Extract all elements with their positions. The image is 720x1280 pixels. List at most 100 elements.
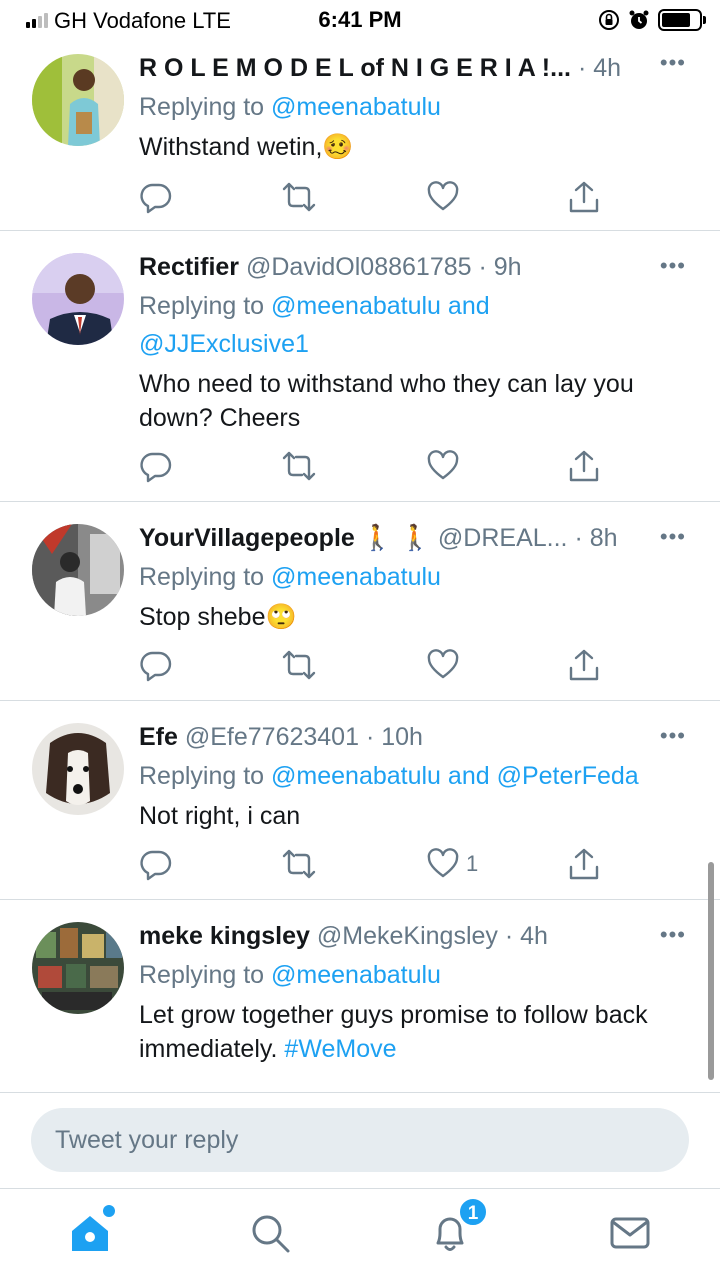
avatar[interactable] bbox=[32, 253, 124, 345]
share-icon bbox=[569, 450, 599, 482]
username[interactable]: @DREAL... bbox=[438, 524, 568, 552]
retweet-icon bbox=[282, 849, 316, 879]
heart-icon bbox=[427, 649, 459, 679]
more-options-icon[interactable]: ••• bbox=[660, 522, 686, 552]
replying-to: Replying to @meenabatulu bbox=[139, 956, 700, 994]
share-button[interactable] bbox=[567, 647, 601, 683]
share-icon bbox=[569, 848, 599, 880]
bottom-tab-bar: 1 bbox=[0, 1188, 720, 1280]
reply-feed[interactable]: R O L E M O D E L of N I G E R I A !... … bbox=[0, 40, 720, 1092]
tweet-text: Who need to withstand who they can lay y… bbox=[139, 367, 659, 435]
like-button[interactable] bbox=[426, 179, 466, 215]
mention-link[interactable]: @meenabatulu bbox=[271, 961, 441, 989]
timestamp: · 9h bbox=[478, 253, 522, 281]
mention-link[interactable]: @meenabatulu bbox=[271, 563, 441, 591]
like-button[interactable]: 1 bbox=[426, 846, 478, 882]
reply-icon bbox=[140, 183, 172, 214]
tweet[interactable]: R O L E M O D E L of N I G E R I A !... … bbox=[0, 40, 720, 231]
new-content-dot bbox=[103, 1205, 115, 1217]
orientation-lock-icon bbox=[599, 10, 619, 30]
display-name[interactable]: Efe bbox=[139, 723, 178, 751]
share-icon bbox=[569, 649, 599, 681]
retweet-icon bbox=[282, 451, 316, 481]
reply-composer bbox=[0, 1092, 720, 1188]
display-name[interactable]: YourVillagepeople 🚶 🚶 bbox=[139, 524, 431, 552]
tweet-reply-input[interactable] bbox=[31, 1108, 689, 1172]
retweet-button[interactable] bbox=[281, 448, 317, 484]
share-button[interactable] bbox=[567, 179, 601, 215]
replying-to: Replying to @meenabatulu bbox=[139, 558, 700, 596]
replying-to-prefix: Replying to bbox=[139, 93, 272, 121]
heart-icon bbox=[427, 450, 459, 480]
share-icon bbox=[569, 181, 599, 213]
more-options-icon[interactable]: ••• bbox=[660, 920, 686, 950]
emoji: 🙄 bbox=[265, 603, 297, 631]
heart-icon bbox=[427, 848, 459, 878]
more-options-icon[interactable]: ••• bbox=[660, 721, 686, 751]
timestamp: · 10h bbox=[365, 723, 423, 751]
display-name[interactable]: Rectifier bbox=[139, 253, 239, 281]
avatar[interactable] bbox=[32, 54, 124, 146]
replying-to: Replying to @meenabatulu and @JJExclusiv… bbox=[139, 287, 559, 363]
tweet-text-content: Who need to withstand who they can lay y… bbox=[139, 370, 634, 432]
retweet-icon bbox=[282, 182, 316, 212]
reply-button[interactable] bbox=[139, 846, 173, 882]
status-icons bbox=[598, 9, 706, 31]
replying-to-prefix: Replying to bbox=[139, 762, 272, 790]
emoji: 🥴 bbox=[322, 133, 354, 161]
home-icon bbox=[72, 1216, 108, 1251]
tweet-text: Let grow together guys promise to follow… bbox=[139, 998, 679, 1066]
avatar[interactable] bbox=[32, 723, 124, 815]
tweet[interactable]: meke kingsley @MekeKingsley · 4h ••• Rep… bbox=[0, 900, 720, 1092]
tweet-text: Stop shebe🙄 bbox=[139, 600, 700, 634]
reply-button[interactable] bbox=[139, 647, 173, 683]
timestamp: · 4h bbox=[504, 922, 548, 950]
tweet-actions: 1 bbox=[139, 846, 619, 882]
tweet-text-content: Stop shebe bbox=[139, 603, 266, 631]
tab-messages[interactable] bbox=[600, 1203, 660, 1263]
more-options-icon[interactable]: ••• bbox=[660, 48, 686, 78]
username[interactable]: @MekeKingsley bbox=[317, 922, 498, 950]
mention-link[interactable]: @meenabatulu and @PeterFeda bbox=[271, 762, 639, 790]
tweet[interactable]: Efe @Efe77623401 · 10h ••• Replying to @… bbox=[0, 701, 720, 900]
reply-icon bbox=[140, 850, 172, 881]
avatar[interactable] bbox=[32, 524, 124, 616]
tab-home[interactable] bbox=[60, 1203, 120, 1263]
display-name[interactable]: R O L E M O D E L of N I G E R I A !... bbox=[139, 54, 571, 82]
replying-to-prefix: Replying to bbox=[139, 292, 272, 320]
reply-button[interactable] bbox=[139, 179, 173, 215]
tab-search[interactable] bbox=[240, 1203, 300, 1263]
reply-button[interactable] bbox=[139, 448, 173, 484]
retweet-icon bbox=[282, 650, 316, 680]
tweet-actions bbox=[139, 647, 619, 683]
replying-to: Replying to @meenabatulu bbox=[139, 88, 700, 126]
username[interactable]: @DavidOl08861785 bbox=[246, 253, 472, 281]
mail-icon bbox=[610, 1217, 650, 1249]
alarm-icon bbox=[629, 10, 649, 29]
share-button[interactable] bbox=[567, 846, 601, 882]
display-name[interactable]: meke kingsley bbox=[139, 922, 310, 950]
share-button[interactable] bbox=[567, 448, 601, 484]
search-icon bbox=[252, 1215, 290, 1253]
status-bar: GH Vodafone LTE 6:41 PM bbox=[0, 0, 720, 40]
tweet-text: Not right, i can bbox=[139, 799, 700, 833]
tweet-text-content: Not right, i can bbox=[139, 802, 301, 830]
like-button[interactable] bbox=[426, 647, 466, 683]
mention-link[interactable]: @meenabatulu bbox=[271, 93, 441, 121]
scrollbar[interactable] bbox=[708, 862, 714, 1080]
tab-notifications[interactable]: 1 bbox=[420, 1197, 488, 1263]
tweet-actions bbox=[139, 448, 619, 484]
tweet[interactable]: Rectifier @DavidOl08861785 · 9h ••• Repl… bbox=[0, 231, 720, 502]
tweet-actions bbox=[139, 179, 619, 215]
retweet-button[interactable] bbox=[281, 647, 317, 683]
like-button[interactable] bbox=[426, 448, 466, 484]
hashtag-link[interactable]: #WeMove bbox=[284, 1035, 396, 1063]
retweet-button[interactable] bbox=[281, 846, 317, 882]
retweet-button[interactable] bbox=[281, 179, 317, 215]
avatar[interactable] bbox=[32, 922, 124, 1014]
more-options-icon[interactable]: ••• bbox=[660, 251, 686, 281]
tweet[interactable]: YourVillagepeople 🚶 🚶 @DREAL... · 8h •••… bbox=[0, 502, 720, 701]
battery-icon bbox=[658, 9, 706, 31]
username[interactable]: @Efe77623401 bbox=[185, 723, 359, 751]
reply-icon bbox=[140, 651, 172, 682]
